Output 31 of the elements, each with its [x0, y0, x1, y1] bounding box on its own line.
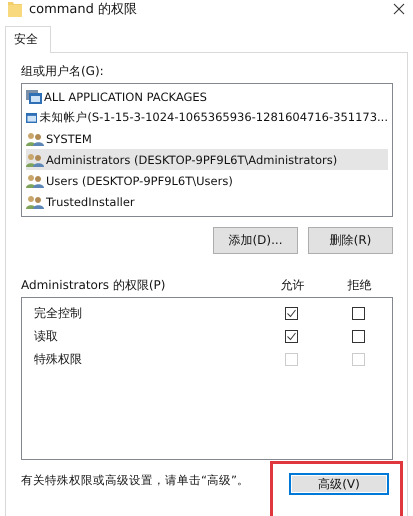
- tab[interactable]: 安全: [5, 26, 51, 53]
- deny-checkbox[interactable]: [352, 330, 365, 343]
- close-icon[interactable]: [393, 3, 405, 15]
- principal-item[interactable]: TrustedInstaller: [26, 191, 388, 212]
- principal-item[interactable]: 未知帐户(S-1-15-3-1024-1065365936-1281604716-351173...: [26, 107, 388, 128]
- users-icon: [26, 152, 44, 166]
- permissions-label: Administrators 的权限(P): [21, 276, 166, 294]
- allow-checkbox[interactable]: [285, 307, 298, 320]
- permission-name: 特殊权限: [34, 351, 83, 368]
- folder-icon: [8, 1, 22, 17]
- principal-item[interactable]: SYSTEM: [26, 128, 388, 149]
- users-icon: [26, 174, 44, 188]
- advanced-button[interactable]: 高级(V): [289, 473, 389, 495]
- allow-checkbox[interactable]: [285, 330, 298, 343]
- permission-name: 读取: [34, 328, 59, 345]
- window-title: command 的权限: [29, 1, 138, 18]
- package-icon: [26, 90, 42, 104]
- group-label: 组或用户名(G):: [21, 63, 105, 80]
- principal-item[interactable]: Users (DESKTOP-9PF9L6T\Users): [26, 170, 388, 191]
- users-icon: [26, 132, 44, 146]
- principal-item[interactable]: ALL APPLICATION PACKAGES: [26, 86, 388, 107]
- permission-name: 完全控制: [34, 305, 83, 322]
- column-header: 拒绝: [346, 276, 372, 294]
- account-icon: [26, 110, 38, 124]
- dialog-button[interactable]: 删除(R): [308, 227, 393, 254]
- deny-checkbox[interactable]: [352, 307, 365, 320]
- dialog-button[interactable]: 添加(D)...: [213, 227, 298, 254]
- column-header: 允许: [280, 276, 306, 294]
- advanced-hint: 有关特殊权限或高级设置，请单击“高级”。: [21, 473, 249, 488]
- users-icon: [26, 194, 44, 208]
- principal-item[interactable]: Administrators (DESKTOP-9PF9L6T\Administrators): [26, 149, 388, 170]
